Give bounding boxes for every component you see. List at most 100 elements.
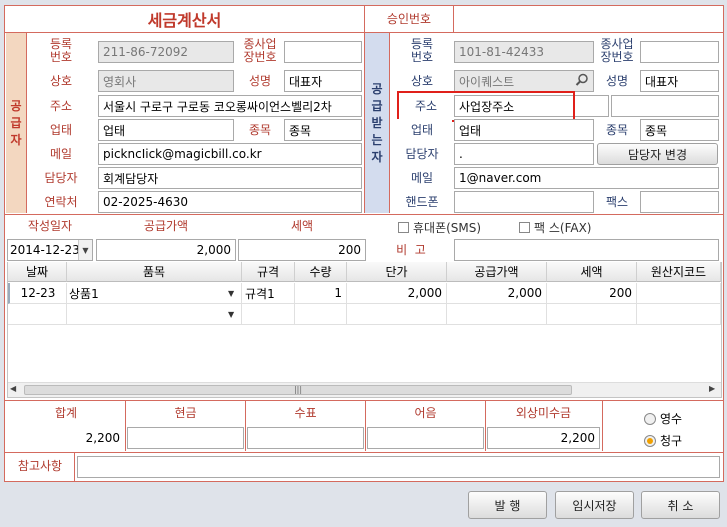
grid-header-price[interactable]: 단가 <box>347 262 447 282</box>
supplier-manager-field[interactable]: 회계담당자 <box>98 167 362 189</box>
grid-header-origin[interactable]: 원산지코드 <box>637 262 721 282</box>
total-field[interactable]: 2,200 <box>8 427 124 449</box>
receiver-fax-field[interactable] <box>640 191 719 213</box>
receiver-phone-label: 핸드폰 <box>392 191 452 213</box>
receiver-name-field[interactable]: 아이퀘스트 <box>454 70 594 92</box>
supplier-addr-field[interactable]: 서울시 구로구 구로동 코오롱싸이언스벨리2차 <box>98 95 362 117</box>
credit-field[interactable]: 2,200 <box>487 427 600 449</box>
supplier-name-field[interactable]: 영회사 <box>98 70 234 92</box>
memo-label: 참고사항 <box>6 455 74 477</box>
receiver-addr-detail-field[interactable] <box>611 95 719 117</box>
divider <box>5 214 724 215</box>
receiver-item-field[interactable]: 종목 <box>640 119 719 141</box>
grid-cell-spec[interactable] <box>242 304 295 325</box>
fax-checkbox[interactable]: 팩 스(FAX) <box>519 219 592 236</box>
grid-header-date[interactable]: 날짜 <box>8 262 67 282</box>
tax-field[interactable]: 200 <box>238 239 366 261</box>
grid-cell-supply[interactable] <box>447 304 547 325</box>
note-bill-label: 어음 <box>367 402 484 424</box>
receiver-phone-field[interactable] <box>454 191 594 213</box>
divider <box>125 401 126 451</box>
item-dropdown-icon[interactable]: ▼ <box>228 289 234 298</box>
check-label: 수표 <box>247 402 364 424</box>
grid-header-spec[interactable]: 규격 <box>242 262 295 282</box>
divider <box>5 452 724 453</box>
scroll-left-icon[interactable]: ◀ <box>10 384 16 393</box>
temp-save-button[interactable]: 임시저장 <box>555 491 634 519</box>
item-dropdown-icon[interactable]: ▼ <box>228 310 234 319</box>
receiver-biztype-field[interactable]: 업태 <box>454 119 594 141</box>
grid-cell-item[interactable]: 상품1 <box>67 283 242 304</box>
supply-field[interactable]: 2,000 <box>96 239 236 261</box>
grid-cell-spec[interactable]: 규격1 <box>242 283 295 304</box>
supplier-contact-field[interactable]: 02-2025-4630 <box>98 191 362 213</box>
receipt-radio-button[interactable] <box>644 412 656 425</box>
check-field[interactable] <box>247 427 364 449</box>
grid-cell-origin[interactable] <box>637 304 721 325</box>
receiver-manager-label: 담당자 <box>392 143 452 165</box>
supplier-sub-biz-label: 종사업 장번호 <box>237 36 283 66</box>
cash-field[interactable] <box>127 427 244 449</box>
supplier-item-label: 종목 <box>237 119 283 141</box>
grid-cell-price[interactable]: 2,000 <box>347 283 447 304</box>
supplier-biztype-field[interactable]: 업태 <box>98 119 234 141</box>
grid-cell-item[interactable] <box>67 304 242 325</box>
note-bill-field[interactable] <box>367 427 484 449</box>
grid-header-tax[interactable]: 세액 <box>547 262 637 282</box>
receiver-sub-biz-field[interactable] <box>640 41 719 63</box>
claim-radio-button[interactable] <box>644 434 656 447</box>
grid-cell-date[interactable] <box>8 304 67 325</box>
credit-label: 외상미수금 <box>487 402 600 424</box>
supplier-email-field[interactable]: pickncIick@magicbill.co.kr <box>98 143 362 165</box>
note-field[interactable] <box>454 239 719 261</box>
approval-label: 승인번호 <box>365 7 453 32</box>
tax-label: 세액 <box>238 216 366 236</box>
receiver-sub-biz-label: 종사업 장번호 <box>595 36 639 66</box>
supplier-item-field[interactable]: 종목 <box>284 119 362 141</box>
change-manager-button[interactable]: 담당자 변경 <box>597 143 718 165</box>
cash-label: 현금 <box>127 402 244 424</box>
receiver-name-label: 상호 <box>392 70 452 92</box>
grid-cell-price[interactable] <box>347 304 447 325</box>
grid-cell-qty[interactable]: 1 <box>295 283 347 304</box>
divider <box>74 453 75 481</box>
supplier-sub-biz-field[interactable] <box>284 41 362 63</box>
cancel-button[interactable]: 취 소 <box>641 491 720 519</box>
supplier-reg-no-field[interactable]: 211-86-72092 <box>98 41 234 63</box>
chevron-down-icon[interactable]: ▼ <box>78 240 92 260</box>
horizontal-scrollbar[interactable]: ◀ ||| ▶ <box>8 382 721 397</box>
supplier-side-label: 공급자 <box>6 33 26 213</box>
sms-check-box[interactable] <box>398 222 409 233</box>
date-value: 2014-12-23 <box>10 243 80 257</box>
sms-checkbox[interactable]: 휴대폰(SMS) <box>398 219 481 236</box>
claim-radio[interactable]: 청구 <box>644 432 682 449</box>
divider <box>365 401 366 451</box>
grid-header-item[interactable]: 품목 <box>67 262 242 282</box>
grid-cell-qty[interactable] <box>295 304 347 325</box>
grid-cell-tax[interactable]: 200 <box>547 283 637 304</box>
supplier-contact-label: 연락처 <box>27 191 95 213</box>
receipt-radio[interactable]: 영수 <box>644 410 682 427</box>
divider <box>389 33 390 213</box>
receiver-email-field[interactable]: 1@naver.com <box>454 167 719 189</box>
grid-cell-supply[interactable]: 2,000 <box>447 283 547 304</box>
total-label: 합계 <box>8 402 124 424</box>
receiver-reg-no-field[interactable]: 101-81-42433 <box>454 41 594 63</box>
receiver-rep-field[interactable]: 대표자 <box>640 70 719 92</box>
issue-button[interactable]: 발 행 <box>468 491 547 519</box>
grid-header-supply[interactable]: 공급가액 <box>447 262 547 282</box>
receiver-manager-field[interactable]: . <box>454 143 594 165</box>
memo-field[interactable] <box>77 456 720 478</box>
search-icon[interactable] <box>574 72 590 88</box>
supplier-biztype-label: 업태 <box>27 119 95 141</box>
fax-check-box[interactable] <box>519 222 530 233</box>
supplier-rep-field[interactable]: 대표자 <box>284 70 362 92</box>
grid-cell-date[interactable]: 12-23 <box>8 283 67 304</box>
scroll-right-icon[interactable]: ▶ <box>709 384 715 393</box>
scroll-thumb[interactable]: ||| <box>24 385 572 395</box>
grid-cell-tax[interactable] <box>547 304 637 325</box>
note-label: 비 고 <box>370 239 452 261</box>
grid-cell-origin[interactable] <box>637 283 721 304</box>
grid-header-qty[interactable]: 수량 <box>295 262 347 282</box>
supplier-rep-label: 성명 <box>237 70 283 92</box>
